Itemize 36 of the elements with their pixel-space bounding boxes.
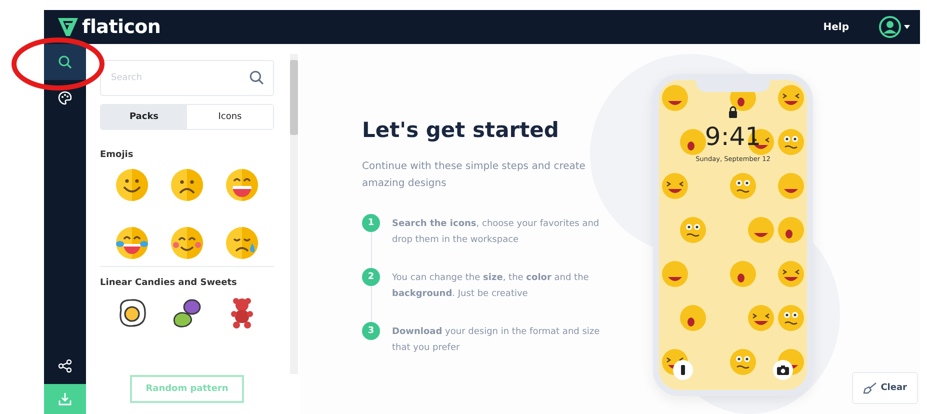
search-icon[interactable] — [249, 70, 264, 85]
emoji-icon[interactable] — [114, 168, 149, 202]
step-text: You can change the size, the color and the background. Just be creative — [392, 272, 590, 301]
search-icon — [58, 55, 72, 69]
download-icon — [58, 392, 72, 406]
intro-subtitle: Continue with these simple steps and create amazing designs — [362, 160, 586, 191]
emoji-icon[interactable] — [225, 226, 260, 260]
step-text: Download your design in the format and size that you prefer — [392, 326, 601, 355]
emoji-icon[interactable] — [170, 226, 204, 260]
palette-icon — [58, 91, 72, 105]
emoji-icon[interactable] — [114, 226, 149, 260]
pack-title[interactable]: Emojis — [100, 150, 274, 160]
pack-title[interactable]: Linear Candies and Sweets — [100, 278, 274, 288]
emoji-icon[interactable] — [225, 168, 260, 202]
scrollbar[interactable] — [290, 54, 298, 374]
step-number: 3 — [362, 322, 380, 340]
avatar-icon — [879, 16, 901, 38]
caret-icon — [904, 25, 910, 29]
share-icon — [58, 359, 72, 373]
camera-icon — [773, 360, 793, 380]
clear-button[interactable]: Clear — [852, 372, 918, 404]
step-text: Search the icons, choose your favorites and drop them in the workspace — [392, 218, 600, 247]
logo-text[interactable]: flaticon — [82, 16, 161, 38]
logo-icon — [58, 18, 78, 36]
search-field[interactable]: Search — [100, 60, 274, 96]
intro-title: Let's get started — [362, 118, 560, 142]
panel-tab[interactable]: Packs — [101, 105, 187, 129]
account-menu-button[interactable] — [879, 16, 910, 38]
step-number: 1 — [362, 214, 380, 232]
flashlight-icon — [673, 360, 693, 380]
search-tool-button[interactable] — [44, 44, 86, 80]
help-link[interactable]: Help — [823, 22, 849, 32]
lock-icon — [728, 106, 738, 118]
broom-icon — [862, 382, 877, 394]
emoji-icon[interactable] — [170, 168, 204, 202]
step-number: 2 — [362, 268, 380, 286]
